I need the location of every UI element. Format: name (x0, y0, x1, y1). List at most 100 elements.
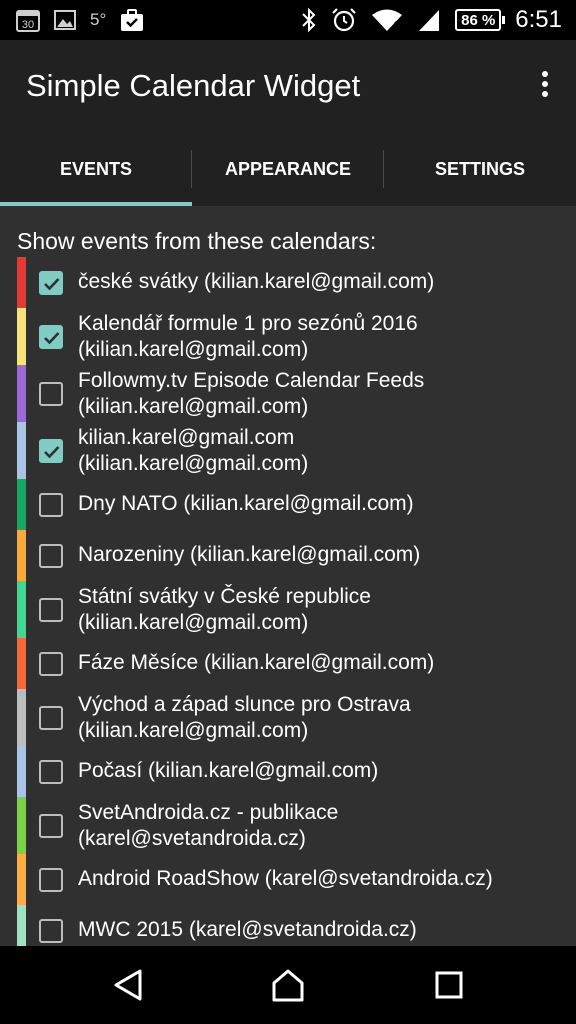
calendar-color-bar (17, 638, 26, 689)
weather-temperature: 5° (90, 10, 107, 29)
calendar-label-line: MWC 2015 (karel@svetandroida.cz) (78, 918, 417, 941)
calendar-label: Narozeniny (kilian.karel@gmail.com) (78, 542, 566, 568)
calendar-label-line: (kilian.karel@gmail.com) (78, 452, 309, 475)
tab-appearance[interactable]: APPEARANCE (192, 132, 384, 206)
calendar-checkbox[interactable] (39, 381, 63, 406)
calendar-checkbox[interactable] (39, 597, 63, 622)
calendar-list: české svátky (kilian.karel@gmail.com) Kal… (17, 257, 576, 946)
clock: 6:51 (515, 6, 562, 33)
recent-apps-icon (435, 971, 463, 999)
calendar-color-bar (17, 365, 26, 422)
status-bar: 30 5° 86 % 6:51 (0, 0, 576, 40)
wifi-icon (371, 8, 403, 32)
checkmark-icon (44, 331, 60, 344)
calendar-list-item[interactable]: Kalendář formule 1 pro sezónů 2016 (kilia… (17, 308, 576, 365)
calendar-label-line: Narozeniny (kilian.karel@gmail.com) (78, 543, 421, 566)
alarm-icon (331, 7, 357, 33)
calendar-checkbox[interactable] (39, 813, 63, 838)
calendar-checkbox[interactable] (39, 867, 63, 892)
calendar-checkbox[interactable] (39, 759, 63, 784)
home-button[interactable] (270, 968, 306, 1007)
calendar-label-line: Fáze Měsíce (kilian.karel@gmail.com) (78, 651, 435, 674)
calendar-color-bar (17, 257, 26, 308)
tab-label: APPEARANCE (224, 158, 352, 179)
bluetooth-icon (301, 7, 317, 33)
calendar-label-line: Východ a západ slunce pro Ostrava (78, 693, 411, 716)
calendar-checkbox[interactable] (39, 543, 63, 568)
calendar-color-bar (17, 689, 26, 746)
signal-icon (417, 8, 441, 32)
navigation-bar (0, 946, 576, 1024)
calendar-label-line: Státní svátky v České republice (78, 585, 371, 608)
calendar-label: Státní svátky v České republice (kilian.k… (78, 584, 566, 636)
events-settings-content[interactable]: Show events from these calendars: české … (0, 206, 576, 946)
calendar-notification-icon: 30 (16, 8, 40, 32)
calendar-color-bar (17, 308, 26, 365)
calendar-label-line: české svátky (kilian.karel@gmail.com) (78, 270, 435, 293)
calendar-label: Fáze Měsíce (kilian.karel@gmail.com) (78, 650, 566, 676)
calendar-color-bar (17, 422, 26, 479)
calendar-label-line: kilian.karel@gmail.com (78, 426, 295, 449)
calendar-checkbox[interactable] (39, 918, 63, 943)
calendar-checkbox[interactable] (39, 270, 63, 295)
calendar-checkbox[interactable] (39, 324, 63, 349)
app-title: Simple Calendar Widget (26, 68, 361, 103)
calendar-list-item[interactable]: Dny NATO (kilian.karel@gmail.com) (17, 479, 576, 530)
calendar-list-item[interactable]: Fáze Měsíce (kilian.karel@gmail.com) (17, 638, 576, 689)
calendar-label-line: Počasí (kilian.karel@gmail.com) (78, 759, 379, 782)
calendar-label-line: (kilian.karel@gmail.com) (78, 338, 309, 361)
calendar-color-bar (17, 746, 26, 797)
checkmark-icon (44, 277, 60, 290)
back-button[interactable] (112, 968, 144, 1007)
calendar-label: Followmy.tv Episode Calendar Feeds (kilia… (78, 368, 566, 420)
calendar-color-bar (17, 905, 26, 946)
calendar-list-item[interactable]: Followmy.tv Episode Calendar Feeds (kilia… (17, 365, 576, 422)
briefcase-check-icon (120, 8, 144, 32)
tab-events[interactable]: EVENTS (0, 132, 192, 206)
calendar-checkbox[interactable] (39, 651, 63, 676)
calendar-checkbox[interactable] (39, 705, 63, 730)
calendar-label: Východ a západ slunce pro Ostrava (kilian… (78, 692, 566, 744)
calendar-color-bar (17, 797, 26, 854)
calendar-list-item[interactable]: Narozeniny (kilian.karel@gmail.com) (17, 530, 576, 581)
calendar-list-item[interactable]: Android RoadShow (karel@svetandroida.cz) (17, 854, 576, 905)
calendar-list-item[interactable]: české svátky (kilian.karel@gmail.com) (17, 257, 576, 308)
checkmark-icon (44, 445, 60, 458)
recent-apps-button[interactable] (434, 968, 464, 1007)
calendar-label: Dny NATO (kilian.karel@gmail.com) (78, 491, 566, 517)
calendar-list-item[interactable]: Počasí (kilian.karel@gmail.com) (17, 746, 576, 797)
calendar-list-item[interactable]: MWC 2015 (karel@svetandroida.cz) (17, 905, 576, 946)
app-bar: Simple Calendar Widget (0, 40, 576, 132)
overflow-menu-icon[interactable] (540, 70, 550, 100)
tab-label: SETTINGS (434, 158, 525, 179)
calendar-list-item[interactable]: SvetAndroida.cz - publikace (karel@svetan… (17, 797, 576, 854)
tab-settings[interactable]: SETTINGS (384, 132, 576, 206)
calendar-label-line: Followmy.tv Episode Calendar Feeds (78, 369, 425, 392)
calendar-color-bar (17, 530, 26, 581)
calendar-label-line: SvetAndroida.cz - publikace (78, 801, 339, 824)
calendar-label-line: (kilian.karel@gmail.com) (78, 395, 309, 418)
calendar-label-line: (kilian.karel@gmail.com) (78, 719, 309, 742)
calendar-label: MWC 2015 (karel@svetandroida.cz) (78, 917, 566, 943)
image-notification-icon (54, 10, 76, 30)
calendar-label: Kalendář formule 1 pro sezónů 2016 (kilia… (78, 311, 566, 363)
calendar-color-bar (17, 581, 26, 638)
calendar-label-line: (kilian.karel@gmail.com) (78, 611, 309, 634)
calendar-list-item[interactable]: kilian.karel@gmail.com (kilian.karel@gmai… (17, 422, 576, 479)
calendar-label: Počasí (kilian.karel@gmail.com) (78, 758, 566, 784)
calendar-list-item[interactable]: Východ a západ slunce pro Ostrava (kilian… (17, 689, 576, 746)
calendar-color-bar (17, 854, 26, 905)
calendar-label-line: Dny NATO (kilian.karel@gmail.com) (78, 492, 414, 515)
calendar-list-item[interactable]: Státní svátky v České republice (kilian.k… (17, 581, 576, 638)
calendar-checkbox[interactable] (39, 492, 63, 517)
battery-level: 86 % (461, 11, 496, 29)
calendar-day-number: 30 (22, 19, 34, 31)
calendar-label: kilian.karel@gmail.com (kilian.karel@gmai… (78, 425, 566, 477)
calendar-label: Android RoadShow (karel@svetandroida.cz) (78, 866, 566, 892)
calendar-label-line: Kalendář formule 1 pro sezónů 2016 (78, 312, 418, 335)
home-icon (272, 969, 304, 1002)
back-icon (114, 969, 142, 1001)
tab-bar: EVENTS APPEARANCE SETTINGS (0, 132, 576, 206)
calendar-checkbox[interactable] (39, 438, 63, 463)
calendar-label-line: Android RoadShow (karel@svetandroida.cz) (78, 867, 493, 890)
